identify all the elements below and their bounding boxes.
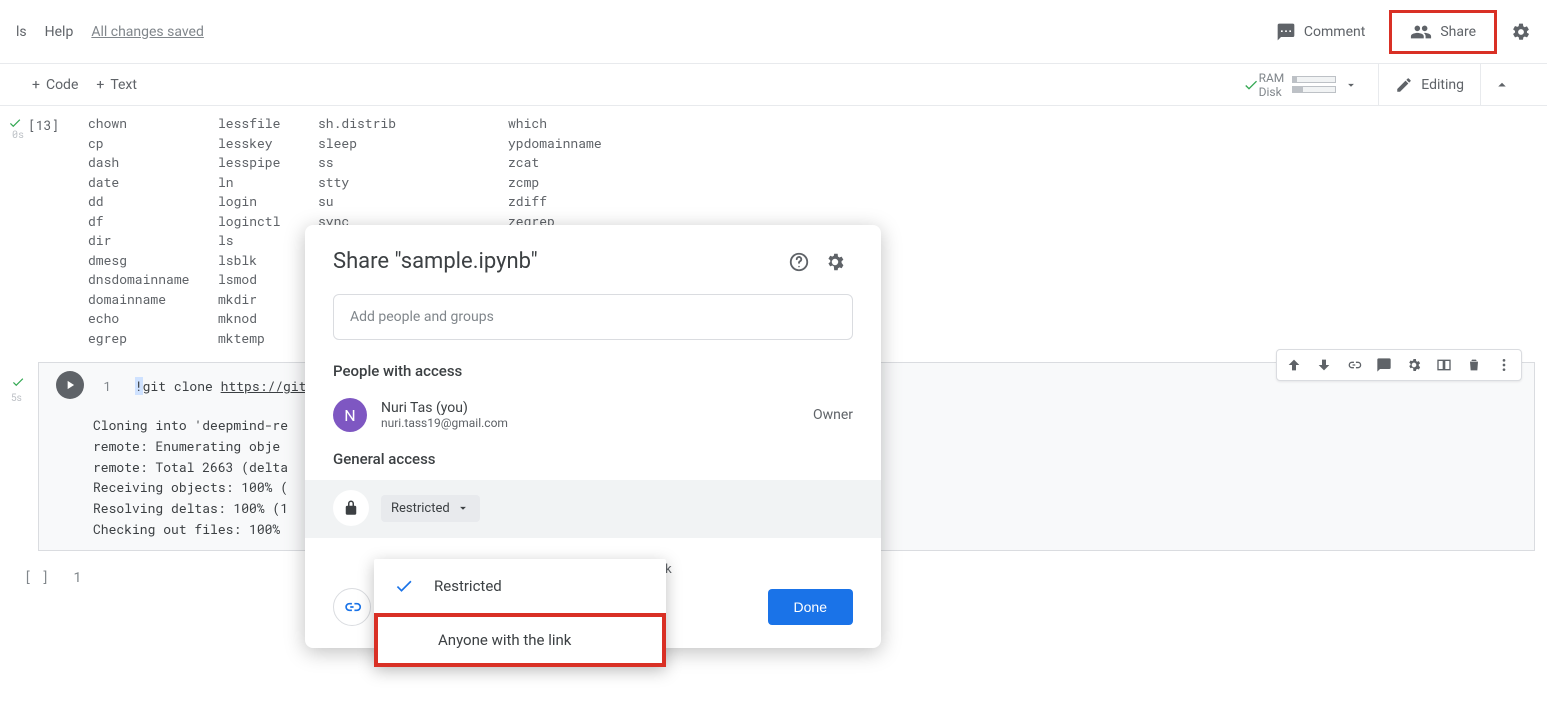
code-selection: ! bbox=[135, 377, 143, 395]
comment-icon bbox=[1276, 22, 1296, 42]
pencil-icon bbox=[1395, 76, 1413, 94]
move-up-button[interactable] bbox=[1279, 352, 1309, 378]
cell-action-toolbar bbox=[1276, 349, 1522, 381]
more-cell-button[interactable] bbox=[1489, 352, 1519, 378]
option-restricted-label: Restricted bbox=[434, 577, 502, 595]
arrow-up-icon bbox=[1286, 357, 1302, 373]
person-email: nuri.tass19@gmail.com bbox=[381, 416, 508, 430]
dialog-settings-button[interactable] bbox=[817, 251, 853, 273]
access-dropdown-label: Restricted bbox=[391, 501, 450, 516]
gear-icon bbox=[824, 251, 846, 273]
save-status[interactable]: All changes saved bbox=[91, 24, 204, 40]
add-text-label: Text bbox=[110, 77, 137, 93]
person-name: Nuri Tas (you) bbox=[381, 400, 508, 416]
settings-button[interactable] bbox=[1511, 22, 1531, 42]
add-code-button[interactable]: + Code bbox=[32, 77, 78, 93]
execution-time: 5s bbox=[11, 393, 22, 404]
code-editor[interactable]: 1 !git clone https://git bbox=[91, 367, 306, 405]
editing-mode-button[interactable]: Editing bbox=[1378, 64, 1480, 105]
lock-icon bbox=[342, 499, 360, 517]
help-icon bbox=[788, 251, 810, 273]
option-restricted[interactable]: Restricted bbox=[374, 559, 666, 613]
add-people-input[interactable]: Add people and groups bbox=[333, 294, 853, 340]
gear-icon bbox=[1406, 357, 1422, 373]
chevron-down-icon bbox=[456, 501, 470, 515]
comment-cell-button[interactable] bbox=[1369, 352, 1399, 378]
lock-badge bbox=[333, 490, 369, 526]
chevron-down-icon[interactable] bbox=[1344, 78, 1358, 92]
check-icon bbox=[11, 375, 25, 389]
menu-item-tools[interactable]: ls bbox=[16, 24, 27, 40]
general-access-title: General access bbox=[333, 450, 853, 468]
code-text: git clone bbox=[143, 377, 221, 395]
copy-link-button[interactable] bbox=[333, 588, 371, 626]
person-row: N Nuri Tas (you) nuri.tass19@gmail.com O… bbox=[333, 392, 853, 450]
share-label: Share bbox=[1440, 24, 1476, 40]
run-cell-button[interactable] bbox=[56, 371, 84, 399]
dialog-title: Share "sample.ipynb" bbox=[333, 249, 781, 274]
move-down-button[interactable] bbox=[1309, 352, 1339, 378]
editing-label: Editing bbox=[1421, 77, 1464, 93]
comment-label: Comment bbox=[1304, 24, 1365, 40]
arrow-down-icon bbox=[1316, 357, 1332, 373]
resource-bars bbox=[1292, 76, 1336, 93]
link-icon bbox=[1346, 357, 1362, 373]
play-icon bbox=[63, 378, 77, 392]
done-button[interactable]: Done bbox=[768, 589, 853, 625]
person-role: Owner bbox=[813, 407, 853, 423]
comment-button[interactable]: Comment bbox=[1276, 22, 1365, 42]
delete-cell-button[interactable] bbox=[1459, 352, 1489, 378]
link-cell-button[interactable] bbox=[1339, 352, 1369, 378]
gear-icon bbox=[1511, 22, 1531, 42]
execution-count: [13] bbox=[28, 116, 59, 134]
avatar: N bbox=[333, 398, 367, 432]
help-button[interactable] bbox=[781, 251, 817, 273]
option-anyone[interactable]: Anyone with the link bbox=[374, 613, 666, 667]
resource-labels: RAM Disk bbox=[1259, 71, 1285, 99]
more-vert-icon bbox=[1496, 357, 1512, 373]
chevron-up-icon bbox=[1493, 76, 1511, 94]
link-icon bbox=[342, 597, 362, 617]
add-text-button[interactable]: + Text bbox=[96, 77, 137, 93]
share-button[interactable]: Share bbox=[1396, 15, 1490, 49]
check-icon bbox=[394, 576, 434, 596]
share-highlight-box: Share bbox=[1389, 10, 1497, 54]
trash-icon bbox=[1466, 357, 1482, 373]
line-number: 1 bbox=[91, 377, 111, 395]
code-url: https://git bbox=[221, 377, 307, 395]
people-icon bbox=[1410, 21, 1432, 43]
option-anyone-label: Anyone with the link bbox=[438, 631, 571, 649]
notebook-toolbar: + Code + Text RAM Disk Editing bbox=[0, 64, 1547, 106]
plus-icon: + bbox=[32, 77, 40, 93]
line-number: 1 bbox=[73, 567, 81, 586]
connection-check-icon bbox=[1243, 77, 1259, 93]
cell-settings-button[interactable] bbox=[1399, 352, 1429, 378]
add-code-label: Code bbox=[46, 77, 78, 93]
ram-label: RAM bbox=[1259, 71, 1285, 85]
disk-bar bbox=[1292, 86, 1336, 93]
access-dropdown[interactable]: Restricted bbox=[381, 495, 480, 522]
menu-item-help[interactable]: Help bbox=[45, 24, 74, 40]
access-options-menu: Restricted Anyone with the link bbox=[374, 559, 666, 667]
execution-count-empty: [ ] bbox=[24, 567, 49, 586]
general-access-block: Restricted bbox=[305, 480, 881, 538]
menu-bar: ls Help All changes saved bbox=[16, 24, 204, 40]
plus-icon: + bbox=[96, 77, 104, 93]
disk-label: Disk bbox=[1259, 85, 1285, 99]
mirror-icon bbox=[1436, 357, 1452, 373]
collapse-button[interactable] bbox=[1480, 64, 1523, 105]
execution-time: 0s bbox=[12, 128, 24, 141]
top-app-bar: ls Help All changes saved Comment Share bbox=[0, 0, 1547, 64]
resource-indicator[interactable]: RAM Disk bbox=[1259, 71, 1359, 99]
comment-icon bbox=[1376, 357, 1392, 373]
ram-bar bbox=[1292, 76, 1336, 83]
mirror-cell-button[interactable] bbox=[1429, 352, 1459, 378]
cell-gutter: [13] 0s bbox=[8, 114, 88, 134]
people-section-title: People with access bbox=[333, 362, 853, 380]
